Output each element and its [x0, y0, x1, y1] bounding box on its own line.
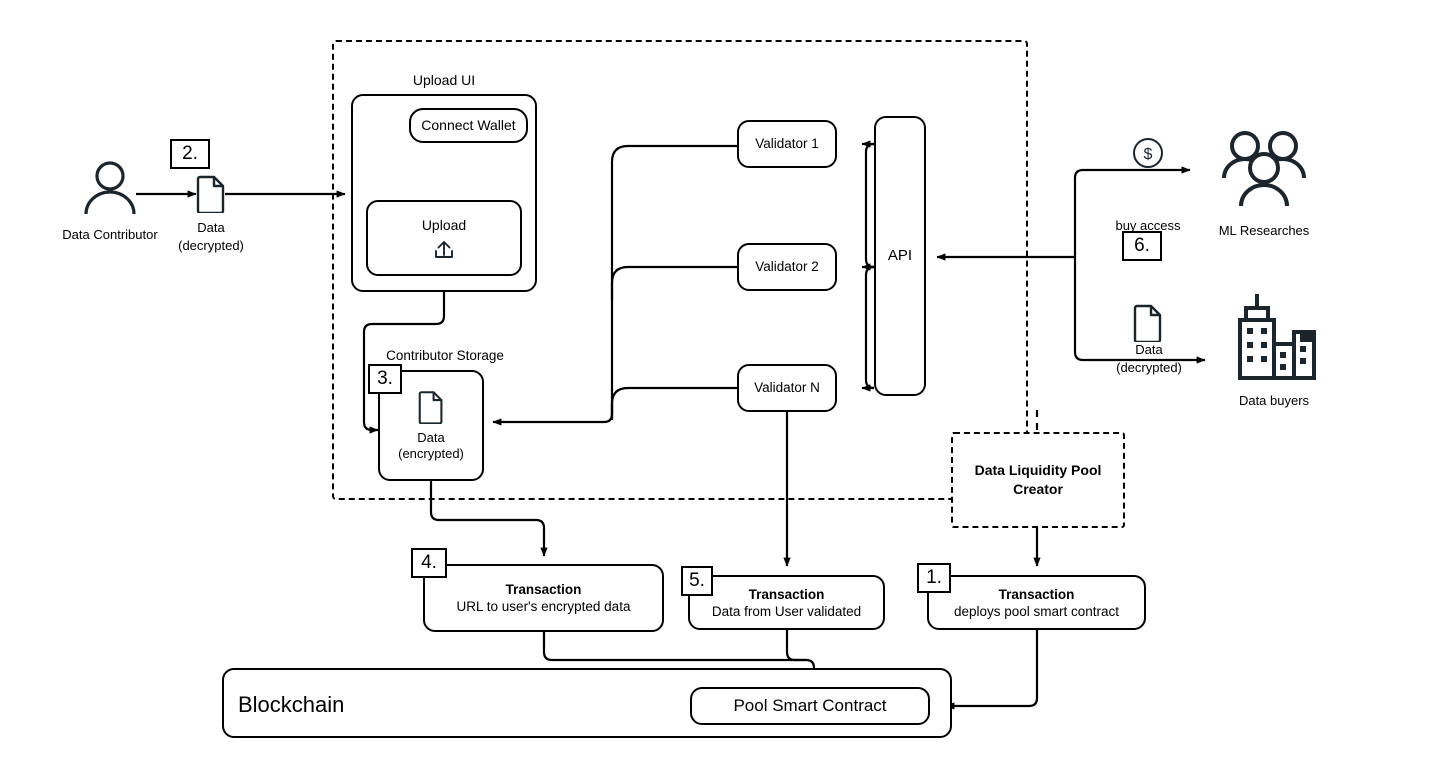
validator-n: Validator N — [737, 364, 837, 412]
step-3-badge: 3. — [368, 364, 402, 394]
validator-2-label: Validator 2 — [755, 258, 819, 274]
document-icon — [1132, 303, 1164, 343]
buildings-icon — [1228, 288, 1320, 386]
connect-wallet-button[interactable]: Connect Wallet — [409, 108, 528, 143]
document-icon — [417, 389, 445, 425]
blockchain-label: Blockchain — [238, 692, 345, 717]
upload-ui-title: Upload UI — [412, 72, 476, 88]
api-node: API — [874, 116, 926, 396]
storage-data-label: Data (encrypted) — [398, 429, 464, 461]
step-5-badge: 5. — [681, 566, 713, 596]
person-icon — [82, 160, 138, 218]
transaction-4: Transaction URL to user's encrypted data — [423, 564, 664, 632]
upload-arrow-icon — [433, 239, 455, 259]
pool-smart-contract-node[interactable]: Pool Smart Contract — [690, 687, 930, 725]
people-group-icon — [1216, 128, 1312, 212]
transaction-5-title: Transaction — [748, 586, 825, 602]
ml-researchers-label: ML Researches — [1218, 223, 1310, 238]
validator-1: Validator 1 — [737, 120, 837, 168]
transaction-4-subtitle: URL to user's encrypted data — [456, 599, 631, 614]
step-1-badge: 1. — [917, 563, 951, 593]
pool-smart-contract-label: Pool Smart Contract — [733, 696, 887, 716]
upload-dropzone[interactable]: Upload — [366, 200, 522, 276]
validator-1-label: Validator 1 — [755, 135, 819, 151]
api-label: API — [887, 246, 913, 264]
buyer-data-label: Data (decrypted) — [1116, 342, 1182, 375]
transaction-5: Transaction Data from User validated — [688, 575, 885, 630]
contributor-data-label: Data (decrypted) — [178, 220, 244, 253]
data-buyers-label: Data buyers — [1238, 393, 1310, 408]
transaction-1-title: Transaction — [998, 586, 1075, 602]
connect-wallet-label: Connect Wallet — [421, 116, 516, 133]
svg-text:$: $ — [1144, 146, 1153, 163]
pool-creator-label: Data Liquidity Pool Creator — [974, 462, 1102, 497]
validator-2: Validator 2 — [737, 243, 837, 291]
step-2-badge: 2. — [170, 139, 210, 169]
step-6-badge: 6. — [1122, 231, 1162, 261]
diagram-canvas: Data Contributor 2. Data (decrypted) Upl… — [0, 0, 1456, 770]
transaction-4-title: Transaction — [505, 582, 582, 597]
transaction-1-subtitle: deploys pool smart contract — [953, 603, 1120, 619]
contributor-storage-title: Contributor Storage — [386, 348, 504, 363]
pool-creator-node: Data Liquidity Pool Creator — [951, 432, 1125, 528]
transaction-1: Transaction deploys pool smart contract — [927, 575, 1146, 630]
upload-label: Upload — [421, 216, 467, 233]
transaction-5-subtitle: Data from User validated — [711, 603, 862, 619]
dollar-coin-icon: $ — [1131, 136, 1165, 170]
document-icon — [195, 174, 227, 214]
validator-n-label: Validator N — [754, 379, 820, 395]
step-4-badge: 4. — [411, 548, 447, 578]
